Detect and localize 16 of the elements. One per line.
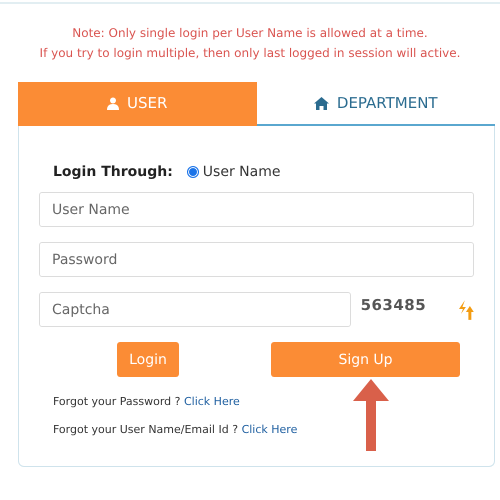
radio-label: User Name — [202, 164, 280, 180]
help-text: Forgot your Password ? — [53, 395, 180, 408]
captcha-code: 563485 — [360, 296, 426, 314]
help-text: Forgot your User Name/Email Id ? — [53, 423, 238, 436]
home-icon — [314, 96, 329, 110]
user-icon — [107, 96, 120, 110]
click-here-link[interactable]: Click Here — [242, 423, 298, 436]
captcha-field[interactable]: Captcha — [39, 292, 351, 327]
notice-text: Note: Only single login per User Name is allowed at a time. — [71, 25, 429, 42]
input-field[interactable]: User Name — [39, 192, 474, 227]
login-through-label: Login Through: — [53, 164, 173, 180]
click-here-link[interactable]: Click Here — [184, 395, 240, 408]
arrow-drawing — [351, 379, 391, 451]
input-field[interactable]: Password — [39, 242, 474, 277]
radio-button[interactable] — [186, 166, 199, 178]
notice-text: If you try to login multiple, then only last logged in session will active. — [38, 45, 462, 62]
